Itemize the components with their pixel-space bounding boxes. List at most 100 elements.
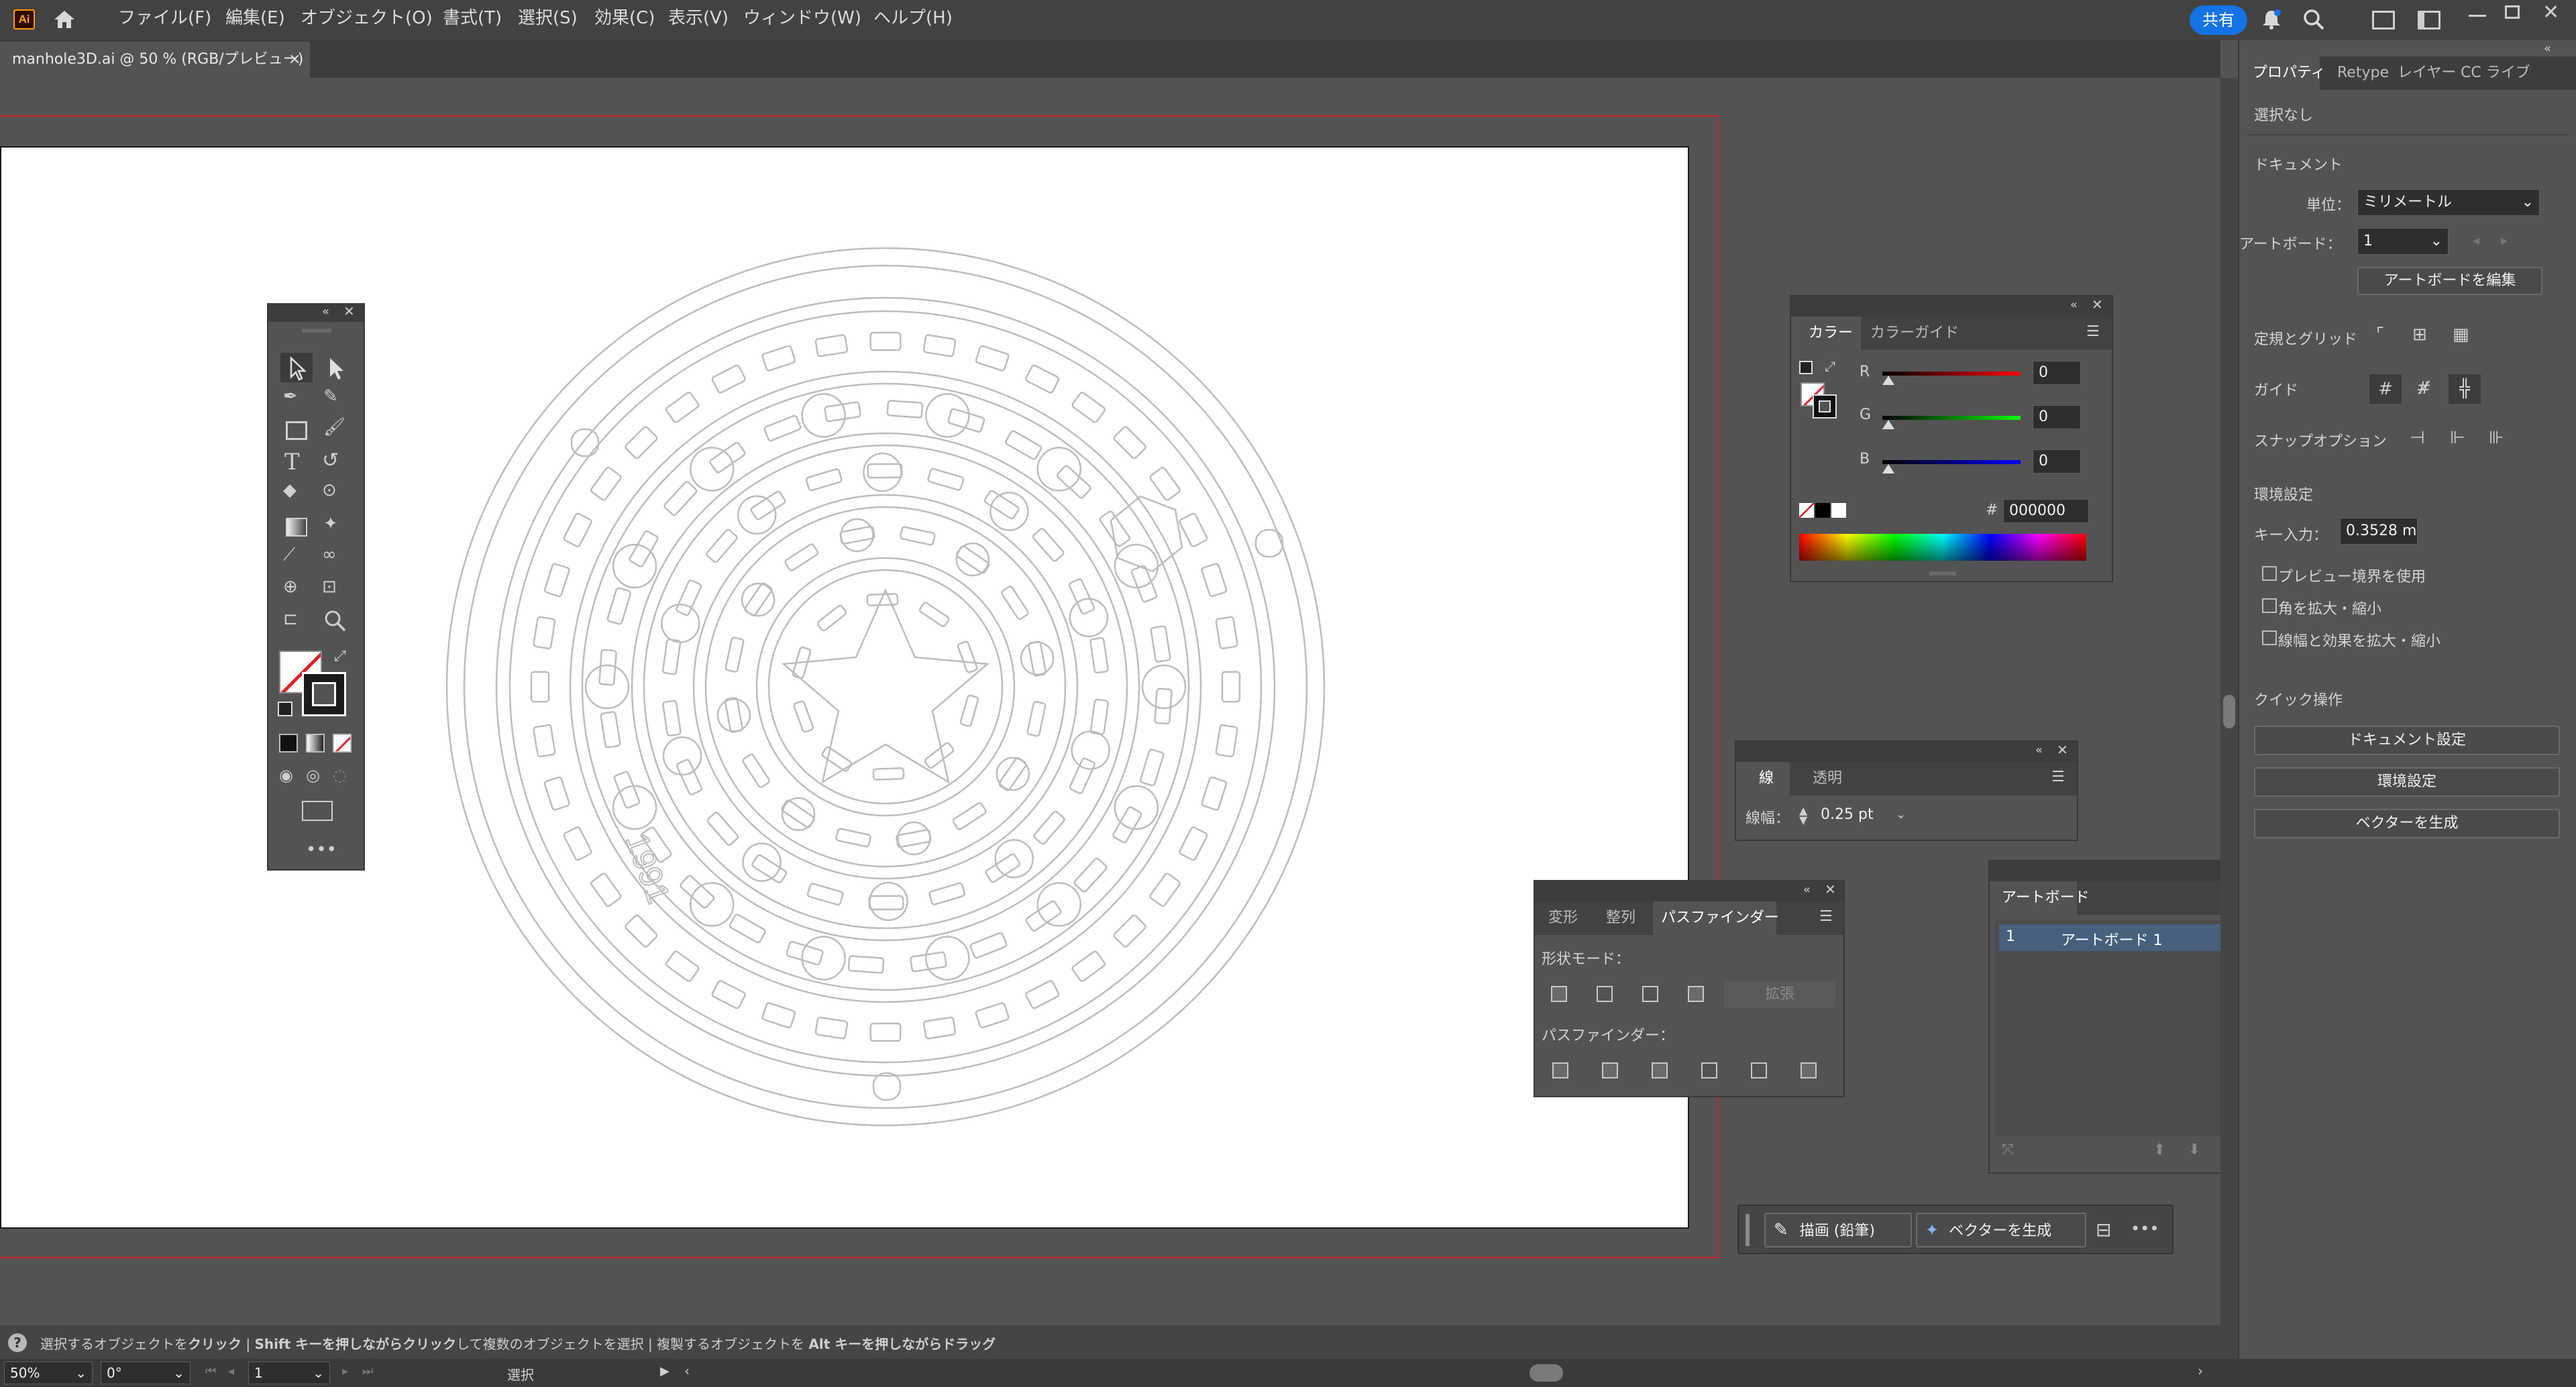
r-slider[interactable]	[1882, 372, 2021, 376]
scroll-right-icon[interactable]: ›	[2198, 1364, 2203, 1378]
menu-window[interactable]: ウィンドウ(W)	[743, 0, 861, 40]
menu-select[interactable]: 選択(S)	[518, 0, 578, 40]
outline-icon[interactable]	[1751, 1062, 1767, 1078]
b-value-field[interactable]: 0	[2033, 449, 2081, 474]
paintbrush-tool-icon[interactable]: 🖌	[323, 419, 345, 436]
rotation-select[interactable]: 0° ⌄	[101, 1362, 191, 1384]
snap-to-glyph-icon[interactable]: ⊪	[2489, 429, 2504, 447]
g-slider-thumb[interactable]	[1882, 420, 1894, 429]
edit-artboard-button[interactable]: アートボードを編集	[2357, 267, 2542, 295]
curvature-tool-icon[interactable]: ✎	[323, 388, 338, 405]
scale-strokes-effects-checkbox[interactable]	[2262, 630, 2277, 645]
chevron-down-icon[interactable]: ⌄	[1896, 809, 1906, 821]
tab-cc-libraries[interactable]: CC ライブ	[2461, 56, 2530, 90]
preferences-button[interactable]: 環境設定	[2254, 767, 2560, 797]
tab-properties[interactable]: プロパティ	[2239, 56, 2326, 90]
merge-icon[interactable]	[1652, 1062, 1668, 1078]
ruler-icon[interactable]: ⌜	[2376, 326, 2384, 343]
use-preview-bounds-checkbox[interactable]	[2262, 566, 2277, 581]
eyedropper-tool-icon[interactable]: ⟋	[283, 546, 295, 563]
home-icon[interactable]	[52, 8, 76, 31]
artboard-select[interactable]: 1 ⌄	[2357, 228, 2449, 255]
move-down-icon[interactable]: ⬇	[2188, 1143, 2200, 1158]
panel-menu-icon[interactable]: ☰	[1819, 909, 1833, 924]
minimize-icon[interactable]	[2469, 15, 2486, 17]
menu-edit[interactable]: 編集(E)	[225, 0, 285, 40]
collapse-icon[interactable]: «	[322, 306, 329, 318]
hex-value-field[interactable]: 000000	[2003, 499, 2089, 523]
document-setup-button[interactable]: ドキュメント設定	[2254, 726, 2560, 755]
draw-normal-icon[interactable]: ◉	[279, 767, 293, 783]
trim-icon[interactable]	[1602, 1062, 1618, 1078]
r-value-field[interactable]: 0	[2033, 361, 2081, 385]
screen-mode-icon[interactable]	[302, 801, 333, 821]
tab-transform[interactable]: 変形	[1548, 901, 1578, 935]
minus-front-icon[interactable]	[1597, 986, 1613, 1002]
stroke-swatch[interactable]	[1813, 394, 1837, 419]
maximize-icon[interactable]	[2505, 5, 2520, 19]
rotate-tool-icon[interactable]: ↺	[322, 451, 339, 471]
resize-grip[interactable]	[1929, 571, 1956, 575]
menu-object[interactable]: オブジェクト(O)	[301, 0, 433, 40]
b-slider-thumb[interactable]	[1882, 464, 1894, 474]
scroll-thumb[interactable]	[2223, 695, 2235, 728]
gradient-mode-icon[interactable]	[306, 734, 325, 753]
collapse-icon[interactable]: «	[2070, 299, 2078, 311]
arrange-icon[interactable]	[2372, 11, 2395, 30]
tab-transparency[interactable]: 透明	[1813, 762, 1842, 795]
exclude-icon[interactable]	[1688, 986, 1704, 1002]
type-tool-icon[interactable]: T	[284, 451, 300, 474]
none-mode-icon[interactable]	[333, 734, 352, 753]
tab-align[interactable]: 整列	[1606, 901, 1635, 935]
collapse-icon[interactable]: «	[1803, 884, 1811, 896]
white-swatch[interactable]	[1831, 503, 1846, 518]
artboard-tool-icon[interactable]: ⊡	[322, 578, 337, 596]
tab-artboards[interactable]: アートボード	[1990, 881, 2090, 915]
default-colors-icon[interactable]	[278, 702, 292, 716]
unit-select[interactable]: ミリメートル ⌄	[2357, 189, 2540, 216]
intersect-icon[interactable]	[1642, 986, 1658, 1002]
panel-menu-icon[interactable]: ☰	[2086, 325, 2100, 339]
tab-color[interactable]: カラー	[1791, 317, 1861, 350]
pen-tool-icon[interactable]: ✒	[283, 388, 298, 405]
search-icon[interactable]	[2302, 8, 2325, 35]
rectangle-tool-icon[interactable]	[286, 421, 307, 440]
shape-builder-tool-icon[interactable]: ⊕	[283, 578, 298, 596]
grip-handle[interactable]	[1746, 1214, 1750, 1246]
scale-corners-checkbox[interactable]	[2262, 598, 2277, 613]
tools-panel-header[interactable]: « ✕	[268, 304, 364, 322]
snap-to-point-icon[interactable]: ⊣	[2410, 429, 2425, 447]
crop-icon[interactable]	[1701, 1062, 1717, 1078]
share-button[interactable]: 共有	[2190, 5, 2247, 35]
direct-selection-tool-icon[interactable]	[319, 353, 352, 382]
snap-to-pixel-icon[interactable]: ⊩	[2450, 429, 2465, 447]
expand-button[interactable]: 拡張	[1724, 982, 1835, 1007]
generate-vector-quick-button[interactable]: ベクターを生成	[2254, 809, 2560, 838]
lock-guides-icon[interactable]: #̸	[2416, 380, 2431, 397]
unite-icon[interactable]	[1551, 986, 1567, 1002]
stroke-panel-header[interactable]: « ✕	[1736, 742, 2077, 762]
none-swatch[interactable]	[1799, 503, 1814, 518]
generate-vector-button[interactable]: ✦ ベクターを生成	[1916, 1213, 2086, 1247]
swap-fill-stroke-icon[interactable]: ⤢	[334, 649, 346, 664]
stroke-weight-field[interactable]: 0.25 pt	[1815, 803, 1889, 828]
keyboard-increment-field[interactable]: 0.3528 m	[2340, 518, 2418, 545]
last-artboard-icon[interactable]: ⏭	[362, 1366, 373, 1378]
artboard-number-select[interactable]: 1 ⌄	[248, 1362, 330, 1384]
bell-icon[interactable]	[2261, 8, 2282, 35]
show-guides-icon[interactable]: #	[2369, 374, 2402, 404]
draw-inside-icon[interactable]: ◌	[333, 767, 347, 783]
color-panel-header[interactable]: « ✕	[1791, 296, 2112, 317]
close-icon[interactable]: ✕	[343, 304, 355, 318]
tab-layers[interactable]: レイヤー	[2398, 56, 2456, 90]
draw-behind-icon[interactable]: ◎	[306, 767, 320, 783]
edit-toolbar-icon[interactable]: •••	[306, 841, 337, 858]
manhole-artwork[interactable]: 1991	[1, 148, 1690, 1230]
collapse-icon[interactable]: «	[2035, 744, 2043, 757]
lasso-tool-icon[interactable]: ⊙	[322, 482, 337, 499]
close-icon[interactable]: ✕	[2092, 298, 2103, 311]
smart-guides-icon[interactable]: ╬	[2449, 374, 2481, 404]
draw-pencil-button[interactable]: ✎ 描画 (鉛筆)	[1764, 1213, 1912, 1247]
menu-effect[interactable]: 効果(C)	[594, 0, 655, 40]
menu-type[interactable]: 書式(T)	[443, 0, 502, 40]
